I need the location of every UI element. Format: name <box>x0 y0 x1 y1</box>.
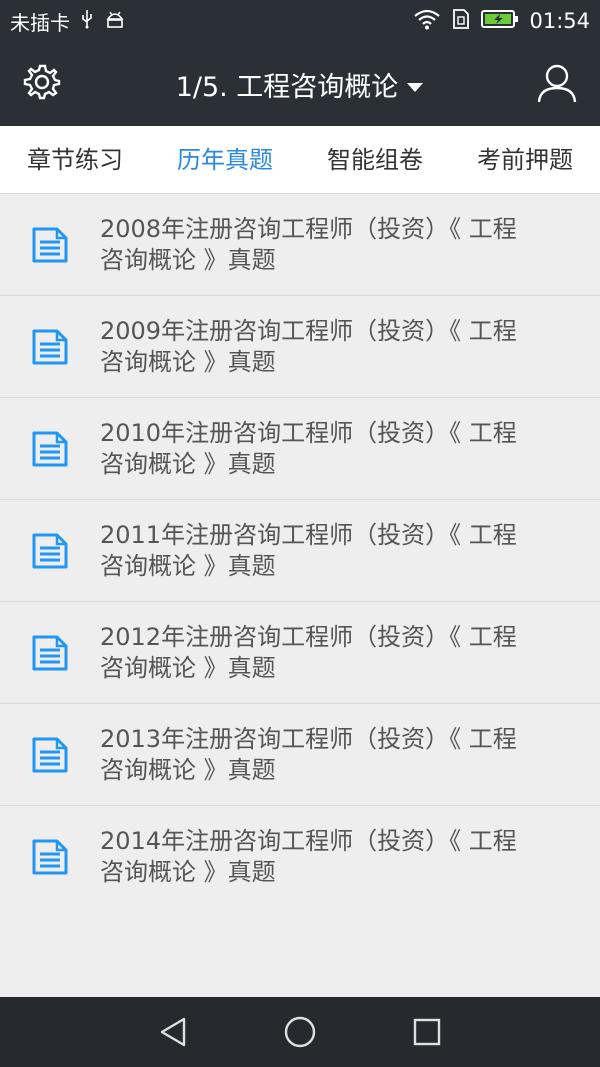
exam-list: 2008年注册咨询工程师（投资）《 工程 咨询概论 》真题 2009年注册咨询工… <box>0 194 600 908</box>
wifi-icon <box>413 8 441 35</box>
category-tabs: 章节练习 历年真题 智能组卷 考前押题 <box>0 126 600 194</box>
android-debug-icon <box>104 9 126 34</box>
document-icon <box>0 838 100 876</box>
list-item[interactable]: 2014年注册咨询工程师（投资）《 工程 咨询概论 》真题 <box>0 806 600 908</box>
status-right: 01:54 <box>413 8 590 35</box>
document-icon <box>0 634 100 672</box>
app-bar: 1/5. 工程咨询概论 <box>0 42 600 126</box>
list-item[interactable]: 2008年注册咨询工程师（投资）《 工程 咨询概论 》真题 <box>0 194 600 296</box>
page-title: 1/5. 工程咨询概论 <box>175 71 399 103</box>
list-item[interactable]: 2011年注册咨询工程师（投资）《 工程 咨询概论 》真题 <box>0 500 600 602</box>
list-item[interactable]: 2009年注册咨询工程师（投资）《 工程 咨询概论 》真题 <box>0 296 600 398</box>
subject-selector[interactable]: 1/5. 工程咨询概论 <box>0 42 600 126</box>
document-icon <box>0 736 100 774</box>
system-nav-bar <box>0 997 600 1067</box>
recents-square-icon[interactable] <box>402 1007 452 1057</box>
item-title: 2012年注册咨询工程师（投资）《 工程 咨询概论 》真题 <box>100 622 517 682</box>
sim-icon <box>451 8 471 35</box>
home-circle-icon[interactable] <box>275 1007 325 1057</box>
tab-pre-exam-predictions[interactable]: 考前押题 <box>450 126 600 194</box>
item-title: 2011年注册咨询工程师（投资）《 工程 咨询概论 》真题 <box>100 520 517 580</box>
tab-past-exams[interactable]: 历年真题 <box>150 126 300 194</box>
battery-charging-icon <box>481 9 519 34</box>
item-title: 2010年注册咨询工程师（投资）《 工程 咨询概论 》真题 <box>100 418 517 478</box>
usb-icon <box>80 9 94 34</box>
user-profile-icon[interactable] <box>536 62 578 104</box>
document-icon <box>0 328 100 366</box>
item-title: 2009年注册咨询工程师（投资）《 工程 咨询概论 》真题 <box>100 316 517 376</box>
document-icon <box>0 226 100 264</box>
dropdown-caret-icon <box>406 69 424 100</box>
list-item[interactable]: 2010年注册咨询工程师（投资）《 工程 咨询概论 》真题 <box>0 398 600 500</box>
item-title: 2014年注册咨询工程师（投资）《 工程 咨询概论 》真题 <box>100 827 517 886</box>
item-title: 2013年注册咨询工程师（投资）《 工程 咨询概论 》真题 <box>100 724 517 784</box>
tab-chapter-practice[interactable]: 章节练习 <box>0 126 150 194</box>
status-bar: 未插卡 01:54 <box>0 0 600 42</box>
status-left: 未插卡 <box>10 7 126 36</box>
list-item[interactable]: 2013年注册咨询工程师（投资）《 工程 咨询概论 》真题 <box>0 704 600 806</box>
item-title: 2008年注册咨询工程师（投资）《 工程 咨询概论 》真题 <box>100 214 517 274</box>
document-icon <box>0 532 100 570</box>
carrier-label: 未插卡 <box>10 10 70 35</box>
tab-smart-paper[interactable]: 智能组卷 <box>300 126 450 194</box>
status-time: 01:54 <box>529 9 590 33</box>
list-item[interactable]: 2012年注册咨询工程师（投资）《 工程 咨询概论 》真题 <box>0 602 600 704</box>
document-icon <box>0 430 100 468</box>
back-triangle-icon[interactable] <box>148 1007 198 1057</box>
